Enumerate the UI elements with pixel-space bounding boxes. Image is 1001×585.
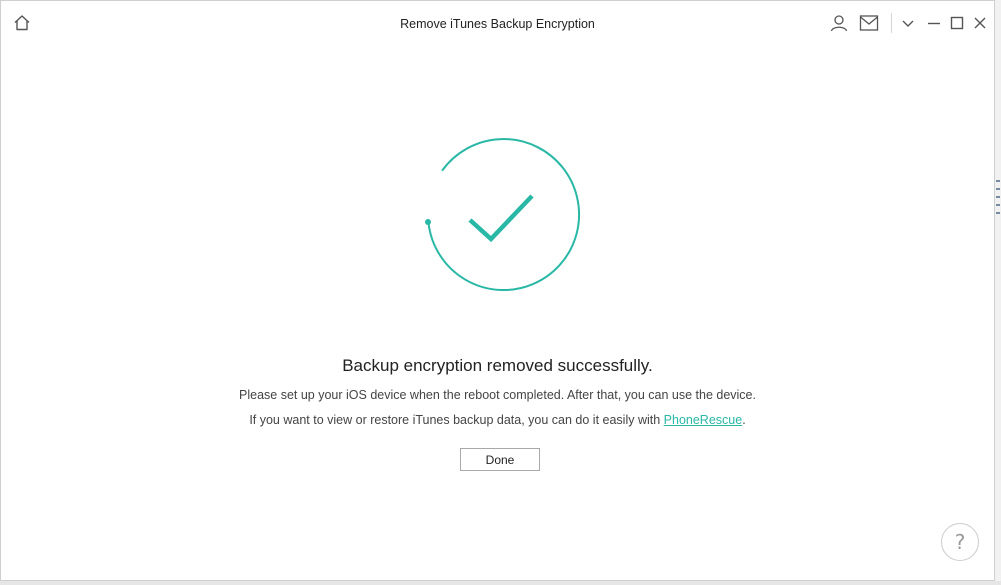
divider — [891, 13, 892, 33]
close-icon[interactable] — [972, 15, 988, 31]
done-button[interactable]: Done — [460, 448, 540, 471]
hint-period: . — [742, 413, 746, 427]
user-icon[interactable] — [829, 13, 849, 33]
window-edge — [995, 0, 1001, 585]
minimize-icon[interactable] — [926, 15, 942, 31]
app-window: Remove iTunes Backup Encryption Backup e… — [0, 0, 995, 581]
mail-icon[interactable] — [859, 14, 879, 32]
success-check-icon — [425, 138, 581, 292]
hint-text: If you want to view or restore iTunes ba… — [249, 413, 664, 427]
success-heading: Backup encryption removed successfully. — [342, 356, 653, 375]
window-bottom-edge — [0, 581, 1001, 585]
chevron-down-icon[interactable] — [900, 15, 916, 31]
maximize-icon[interactable] — [949, 15, 965, 31]
help-button[interactable]: ? — [941, 523, 979, 561]
phonerescue-link[interactable]: PhoneRescue — [664, 413, 743, 427]
instruction-text: Please set up your iOS device when the r… — [239, 388, 756, 402]
phonerescue-hint: If you want to view or restore iTunes ba… — [1, 413, 994, 427]
